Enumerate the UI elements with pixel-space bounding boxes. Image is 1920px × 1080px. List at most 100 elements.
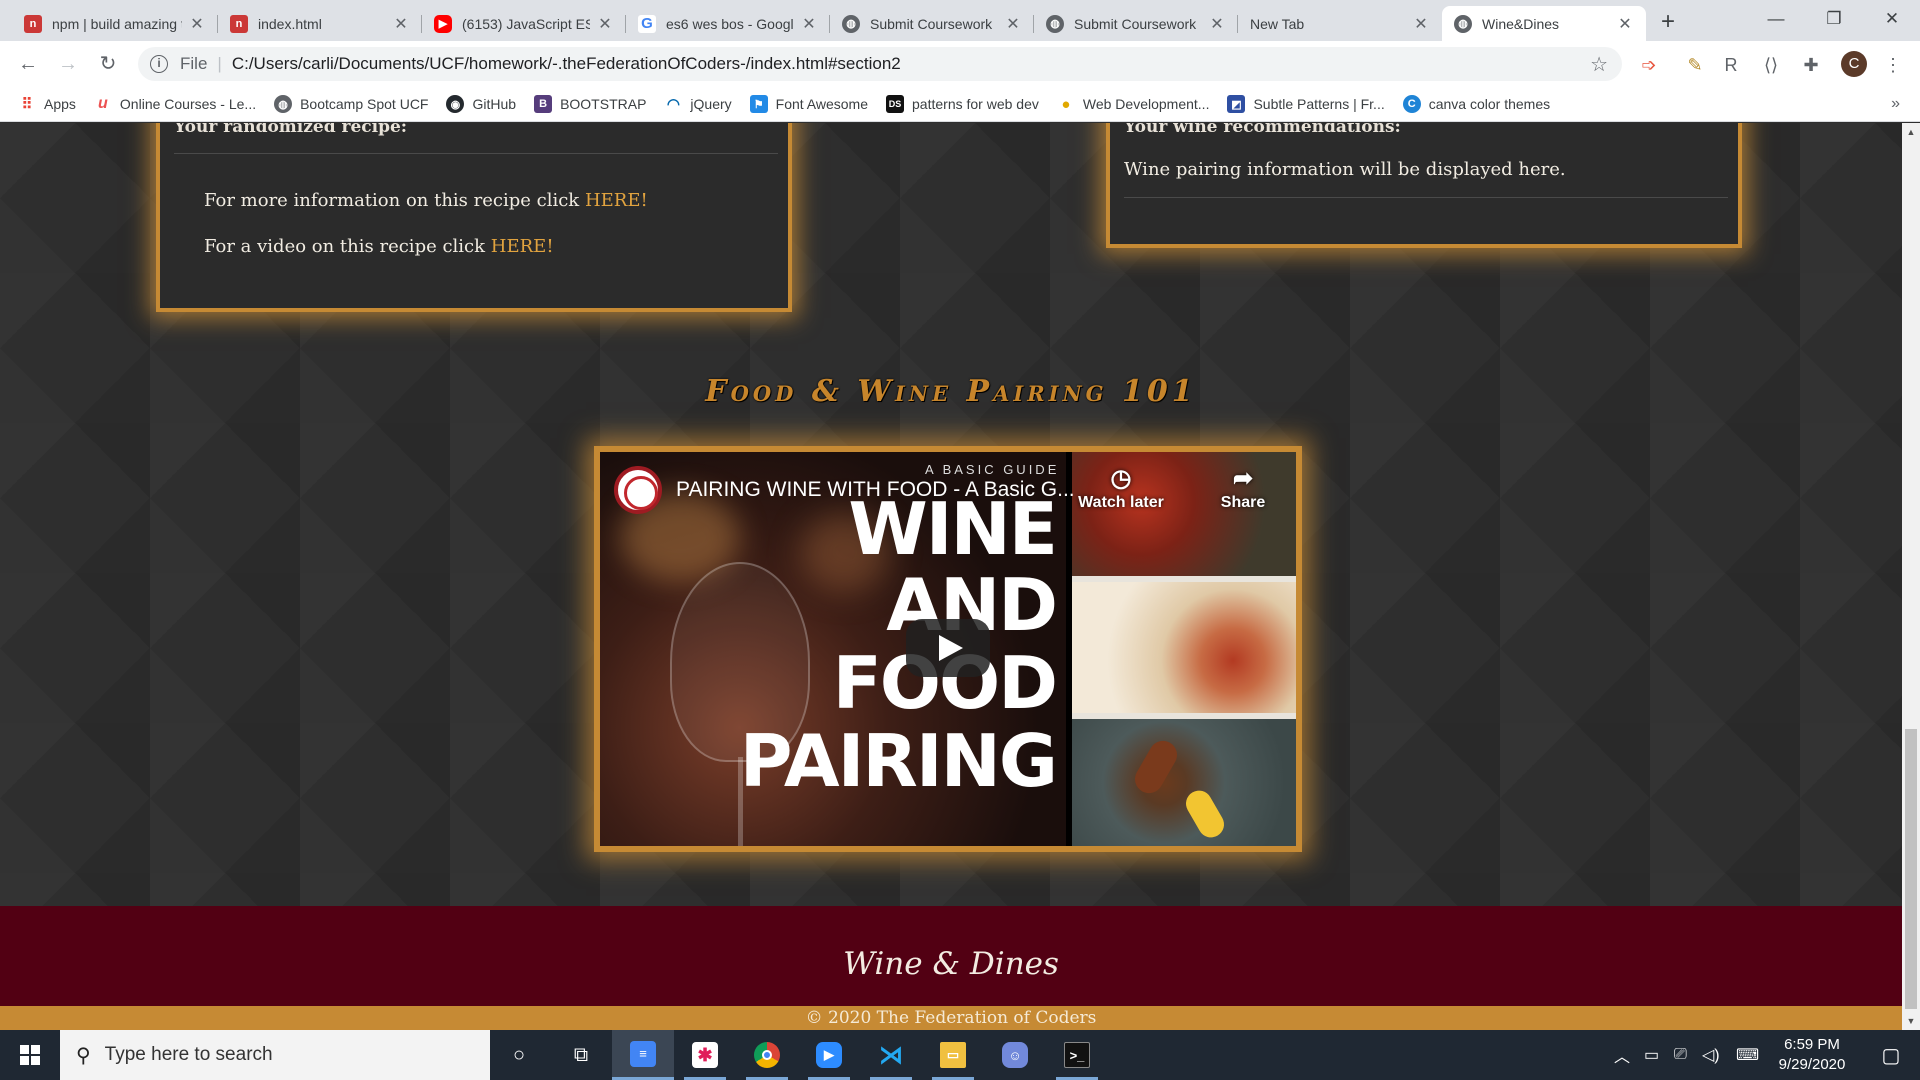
- tab-index-html[interactable]: n index.html ✕: [218, 6, 422, 41]
- close-icon[interactable]: ✕: [188, 14, 206, 34]
- close-icon[interactable]: ✕: [596, 14, 614, 34]
- discord-icon[interactable]: ☺: [984, 1030, 1046, 1080]
- address-bar[interactable]: i File | C:/Users/carli/Documents/UCF/ho…: [138, 47, 1622, 81]
- subtle-patterns-icon: ◩: [1227, 95, 1246, 113]
- scroll-down-arrow-icon[interactable]: ▼: [1902, 1012, 1920, 1030]
- tab-wine-dines[interactable]: ◍ Wine&Dines ✕: [1442, 6, 1646, 41]
- close-icon[interactable]: ✕: [1616, 14, 1634, 34]
- github-icon: ◉: [446, 95, 465, 113]
- channel-logo-icon[interactable]: [614, 466, 662, 514]
- bookmark-canva[interactable]: C canva color themes: [1402, 95, 1550, 113]
- close-window-button[interactable]: ✕: [1862, 0, 1920, 41]
- bookmark-udemy[interactable]: u Online Courses - Le...: [94, 95, 256, 113]
- bookmark-label: Apps: [44, 96, 76, 112]
- popsicle-image: [1072, 719, 1296, 846]
- clock-icon: ◷: [1110, 465, 1132, 492]
- slack-icon[interactable]: ✱: [674, 1030, 736, 1080]
- tab-npm[interactable]: n npm | build amazing things ✕: [12, 6, 218, 41]
- windows-start-icon[interactable]: [0, 1030, 60, 1080]
- menu-kebab-icon[interactable]: ⋮: [1881, 53, 1905, 77]
- tab-strip: n npm | build amazing things ✕ n index.h…: [0, 0, 1920, 41]
- minimize-button[interactable]: —: [1746, 0, 1806, 41]
- bookmark-patterns[interactable]: DS patterns for web dev: [886, 95, 1039, 113]
- restore-button[interactable]: ❐: [1804, 0, 1864, 41]
- network-icon[interactable]: ⎚: [1674, 1030, 1687, 1080]
- npm-icon: n: [24, 14, 42, 33]
- info-icon[interactable]: i: [150, 55, 168, 73]
- terminal-icon[interactable]: >_: [1046, 1030, 1108, 1080]
- extension-cast-icon[interactable]: ➩: [1637, 53, 1661, 77]
- tab-youtube[interactable]: ▶ (6153) JavaScript ES6 ✕: [422, 6, 626, 41]
- bookmarks-bar: ⠿ Apps u Online Courses - Le... ◍ Bootca…: [0, 87, 1920, 122]
- zoom-icon[interactable]: ▶: [798, 1030, 860, 1080]
- recipe-more-info-link[interactable]: HERE!: [585, 190, 648, 211]
- video-title[interactable]: PAIRING WINE WITH FOOD - A Basic G...: [676, 478, 1075, 502]
- bookmark-bootstrap[interactable]: B BOOTSTRAP: [534, 95, 646, 113]
- npm-icon: n: [230, 14, 248, 33]
- chrome-icon[interactable]: [736, 1030, 798, 1080]
- profile-avatar[interactable]: C: [1841, 51, 1867, 77]
- url-text: C:/Users/carli/Documents/UCF/homework/-.…: [231, 54, 901, 73]
- tray-chevron-icon[interactable]: ︿: [1614, 1030, 1630, 1080]
- bookmark-subtle-patterns[interactable]: ◩ Subtle Patterns | Fr...: [1227, 95, 1385, 113]
- more-bookmarks-icon[interactable]: »: [1891, 95, 1900, 113]
- reload-icon[interactable]: ↻: [94, 50, 122, 78]
- tab-new-tab[interactable]: New Tab ✕: [1238, 6, 1442, 41]
- file-explorer-icon[interactable]: ▭: [922, 1030, 984, 1080]
- close-icon[interactable]: ✕: [800, 14, 818, 34]
- bookmark-label: Web Development...: [1082, 96, 1210, 112]
- vscode-icon[interactable]: ⋊: [860, 1030, 922, 1080]
- watch-later-button[interactable]: ◷ Watch later: [1076, 464, 1166, 512]
- bookmark-jquery[interactable]: ◠ jQuery: [664, 95, 732, 113]
- bookmark-label: Online Courses - Le...: [119, 96, 257, 112]
- share-button[interactable]: ➦ Share: [1198, 464, 1288, 512]
- bookmark-bootcamp-spot[interactable]: ◍ Bootcamp Spot UCF: [274, 95, 428, 113]
- task-view-icon[interactable]: ⧉: [550, 1030, 612, 1080]
- recipe-more-info: For more information on this recipe clic…: [204, 190, 648, 211]
- tab-title: es6 wes bos - Google Search: [666, 15, 794, 32]
- tab-google-search[interactable]: G es6 wes bos - Google Search ✕: [626, 6, 830, 41]
- youtube-icon: ▶: [434, 14, 452, 33]
- site-footer: Wine & Dines © 2020 The Federation of Co…: [0, 906, 1902, 1030]
- taskbar-clock[interactable]: 6:59 PM 9/29/2020: [1760, 1035, 1864, 1075]
- tab-submit-coursework-2[interactable]: ◍ Submit Coursework ✕: [1034, 6, 1238, 41]
- bookmark-apps[interactable]: ⠿ Apps: [18, 95, 76, 113]
- notifications-icon[interactable]: ▢: [1862, 1030, 1920, 1080]
- taskbar-search[interactable]: ⚲ Type here to search: [60, 1030, 490, 1080]
- cortana-icon[interactable]: ○: [488, 1030, 550, 1080]
- tab-submit-coursework-1[interactable]: ◍ Submit Coursework ✕: [830, 6, 1034, 41]
- extension-r-icon[interactable]: R: [1719, 53, 1743, 77]
- footer-copyright: © 2020 The Federation of Coders: [0, 1006, 1902, 1030]
- bookmark-web-development[interactable]: ● Web Development...: [1057, 95, 1210, 113]
- globe-icon: ◍: [274, 95, 293, 113]
- close-icon[interactable]: ✕: [1412, 14, 1430, 34]
- dish-image: [1072, 582, 1296, 713]
- volume-icon[interactable]: ◁): [1702, 1030, 1720, 1080]
- extension-code-icon[interactable]: ⟨⟩: [1759, 53, 1783, 77]
- scroll-up-arrow-icon[interactable]: ▲: [1902, 123, 1920, 141]
- keyboard-icon[interactable]: ⌨: [1736, 1030, 1759, 1080]
- bookmark-font-awesome[interactable]: ⚑ Font Awesome: [749, 95, 868, 113]
- bootstrap-icon: B: [534, 95, 553, 113]
- google-docs-icon[interactable]: ≡: [612, 1030, 674, 1080]
- recipe-video-link[interactable]: HERE!: [491, 236, 554, 257]
- extension-eyedropper-icon[interactable]: ✎: [1683, 53, 1707, 77]
- close-icon[interactable]: ✕: [1004, 14, 1022, 34]
- bookmark-star-icon[interactable]: ☆: [1590, 52, 1608, 77]
- scroll-thumb[interactable]: [1905, 729, 1917, 1009]
- extensions-puzzle-icon[interactable]: ✚: [1799, 53, 1823, 77]
- tab-title: Submit Coursework: [870, 15, 993, 32]
- battery-icon[interactable]: ▭: [1644, 1030, 1659, 1080]
- bookmark-github[interactable]: ◉ GitHub: [446, 95, 516, 113]
- page-scrollbar[interactable]: ▲ ▼: [1902, 123, 1920, 1030]
- new-tab-button[interactable]: +: [1654, 9, 1682, 37]
- play-button-icon[interactable]: [906, 619, 990, 677]
- close-icon[interactable]: ✕: [392, 14, 410, 34]
- back-arrow-icon[interactable]: ←: [14, 50, 42, 78]
- forward-arrow-icon[interactable]: →: [54, 50, 82, 78]
- video-subtitle: A BASIC GUIDE: [925, 462, 1060, 477]
- close-icon[interactable]: ✕: [1208, 14, 1226, 34]
- youtube-embed[interactable]: WINE AND FOOD PAIRING A BASIC GUIDE PAIR…: [594, 446, 1302, 852]
- udemy-icon: u: [98, 95, 108, 112]
- jquery-icon: ◠: [666, 96, 680, 113]
